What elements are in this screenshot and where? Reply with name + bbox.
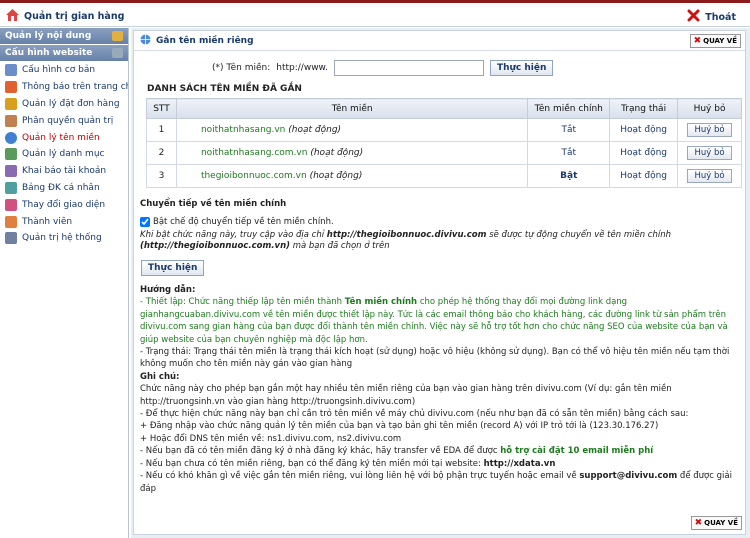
home-icon [6,9,19,24]
domain-panel: Gắn tên miền riêng ✖ QUAY VỀ (*) Tên miề… [133,30,746,535]
globe-icon [140,34,151,48]
support-email-link[interactable]: support@divivu.com [579,471,677,481]
sidebar-item-basic-config[interactable]: Cấu hình cơ bản [0,62,128,79]
home-label: Quản trị gian hàng [24,11,125,22]
status-toggle[interactable]: Hoạt động [609,118,679,142]
sidebar-section-content[interactable]: Quản lý nội dung [0,28,128,45]
note-2: - Để thực hiện chức năng này bạn chỉ cần… [140,409,689,420]
sidebar-item-permissions[interactable]: Phân quyền quản trị [0,112,128,129]
redirect-submit-button[interactable]: Thực hiện [141,260,205,276]
panel-title: Gắn tên miền riêng [156,35,254,46]
guide-title: Hướng dẫn: [140,285,196,295]
main-domain-toggle[interactable]: Tắt [527,118,611,142]
domain-link[interactable]: noithatnhasang.com.vn [201,148,308,158]
note-5: - Nếu bạn đã có tên miền đăng ký ở nhà đ… [140,446,654,457]
back-button-top[interactable]: ✖ QUAY VỀ [689,33,741,48]
guide-status: - Trạng thái: Trạng thái tên miền là trạ… [140,347,730,370]
sidebar-item-domains[interactable]: Quản lý tên miền [0,129,128,146]
note-4: + Hoặc đổi DNS tên miền về: ns1.divivu.c… [140,433,402,444]
sidebar-item-home-notice[interactable]: Thông báo trên trang chủ [0,79,128,96]
col-stt: STT [146,98,177,119]
table-row: 3 thegioibonnuoc.com.vn (hoạt động) Bật … [146,164,742,188]
brush-icon [5,198,17,211]
folder-icon [112,31,123,41]
card-icon [5,165,17,178]
sidebar-section-config[interactable]: Cấu hình website [0,45,128,62]
note-3: + Đăng nhập vào chức năng quản lý tên mi… [140,421,659,432]
main-domain-toggle[interactable]: Tắt [527,141,611,165]
col-status: Trạng thái [609,98,679,119]
users-icon [5,215,17,228]
domain-prefix: http://www. [276,63,328,73]
main-area: Gắn tên miền riêng ✖ QUAY VỀ (*) Tên miề… [131,28,750,538]
logout-label: Thoát [705,11,736,23]
wrench-icon [5,64,17,77]
domain-label: (*) Tên miền: [212,63,271,73]
domain-form: (*) Tên miền: http://www. Thực hiện [212,60,554,76]
sidebar-item-categories[interactable]: Quản lý danh mục [0,146,128,163]
sidebar-item-personal-reg[interactable]: Bảng ĐK cá nhân [0,180,128,197]
megaphone-icon [5,81,17,94]
close-icon: ✖ [694,518,703,528]
sidebar-item-theme[interactable]: Thay đổi giao diện [0,196,128,213]
sidebar-item-orders[interactable]: Quản lý đặt đơn hàng [0,96,128,113]
note-1: Chức năng này cho phép bạn gắn một hay n… [140,384,672,407]
note-6: - Nếu bạn chưa có tên miền riêng, bạn có… [140,458,556,469]
domain-link[interactable]: thegioibonnuoc.com.vn [201,171,307,181]
cancel-button[interactable]: Huỷ bỏ [687,169,732,183]
close-icon [687,9,700,25]
table-row: 1 noithatnhasang.vn (hoạt động) Tắt Hoạt… [146,118,742,142]
list-icon [5,148,17,161]
redirect-checkbox[interactable] [140,217,150,227]
domain-table: STT Tên miền Tên miền chính Trạng thái H… [146,98,742,188]
form-icon [5,181,17,194]
main-domain-toggle[interactable]: Bật [527,164,611,188]
redirect-title: Chuyển tiếp về tên miền chính [140,199,287,209]
close-icon: ✖ [693,35,702,46]
system-icon [5,232,17,245]
gear-icon [112,48,123,58]
domain-list-title: DANH SÁCH TÊN MIỀN ĐÃ GẮN [147,84,302,94]
note-7: - Nếu có khó khăn gì về việc gắn tên miề… [140,471,732,494]
table-row: 2 noithatnhasang.com.vn (hoạt động) Tắt … [146,141,742,165]
cancel-button[interactable]: Huỷ bỏ [687,123,732,137]
header: Quản trị gian hàng Thoát [0,3,750,27]
sidebar: Quản lý nội dung Cấu hình website Cấu hì… [0,28,129,538]
col-main-domain: Tên miền chính [527,98,611,119]
status-toggle[interactable]: Hoạt động [609,141,679,165]
xdata-link[interactable]: http://xdata.vn [484,459,556,469]
sidebar-item-system[interactable]: Quản trị hệ thống [0,230,128,247]
status-toggle[interactable]: Hoạt động [609,164,679,188]
cart-icon [5,97,17,110]
note-title: Ghi chú: [140,371,180,382]
submit-domain-button[interactable]: Thực hiện [489,60,554,76]
globe-icon [5,131,17,144]
domain-input[interactable] [333,60,484,76]
col-cancel: Huỷ bỏ [677,98,742,119]
user-key-icon [5,114,17,127]
back-button-bottom[interactable]: ✖ QUAY VỀ [690,516,742,530]
home-link[interactable]: Quản trị gian hàng [6,9,124,24]
sidebar-item-accounts[interactable]: Khai báo tài khoản [0,163,128,180]
guide-section: Hướng dẫn: - Thiết lập: Chức năng thiếp … [140,284,744,495]
guide-setup: - Thiết lập: Chức năng thiếp lập tên miề… [140,297,728,345]
domain-link[interactable]: noithatnhasang.vn [201,125,285,135]
cancel-button[interactable]: Huỷ bỏ [687,146,732,160]
logout-button[interactable]: Thoát [687,9,736,25]
redirect-checkbox-row[interactable]: Bật chế độ chuyển tiếp về tên miền chính… [140,217,334,227]
sidebar-item-members[interactable]: Thành viên [0,213,128,230]
redirect-description: Khi bật chức năng này, truy cập vào địa … [140,230,671,251]
redirect-checkbox-label: Bật chế độ chuyển tiếp về tên miền chính… [153,217,334,227]
panel-header: Gắn tên miền riêng ✖ QUAY VỀ [134,31,745,51]
col-domain: Tên miền [175,98,529,119]
table-header-row: STT Tên miền Tên miền chính Trạng thái H… [146,98,742,119]
